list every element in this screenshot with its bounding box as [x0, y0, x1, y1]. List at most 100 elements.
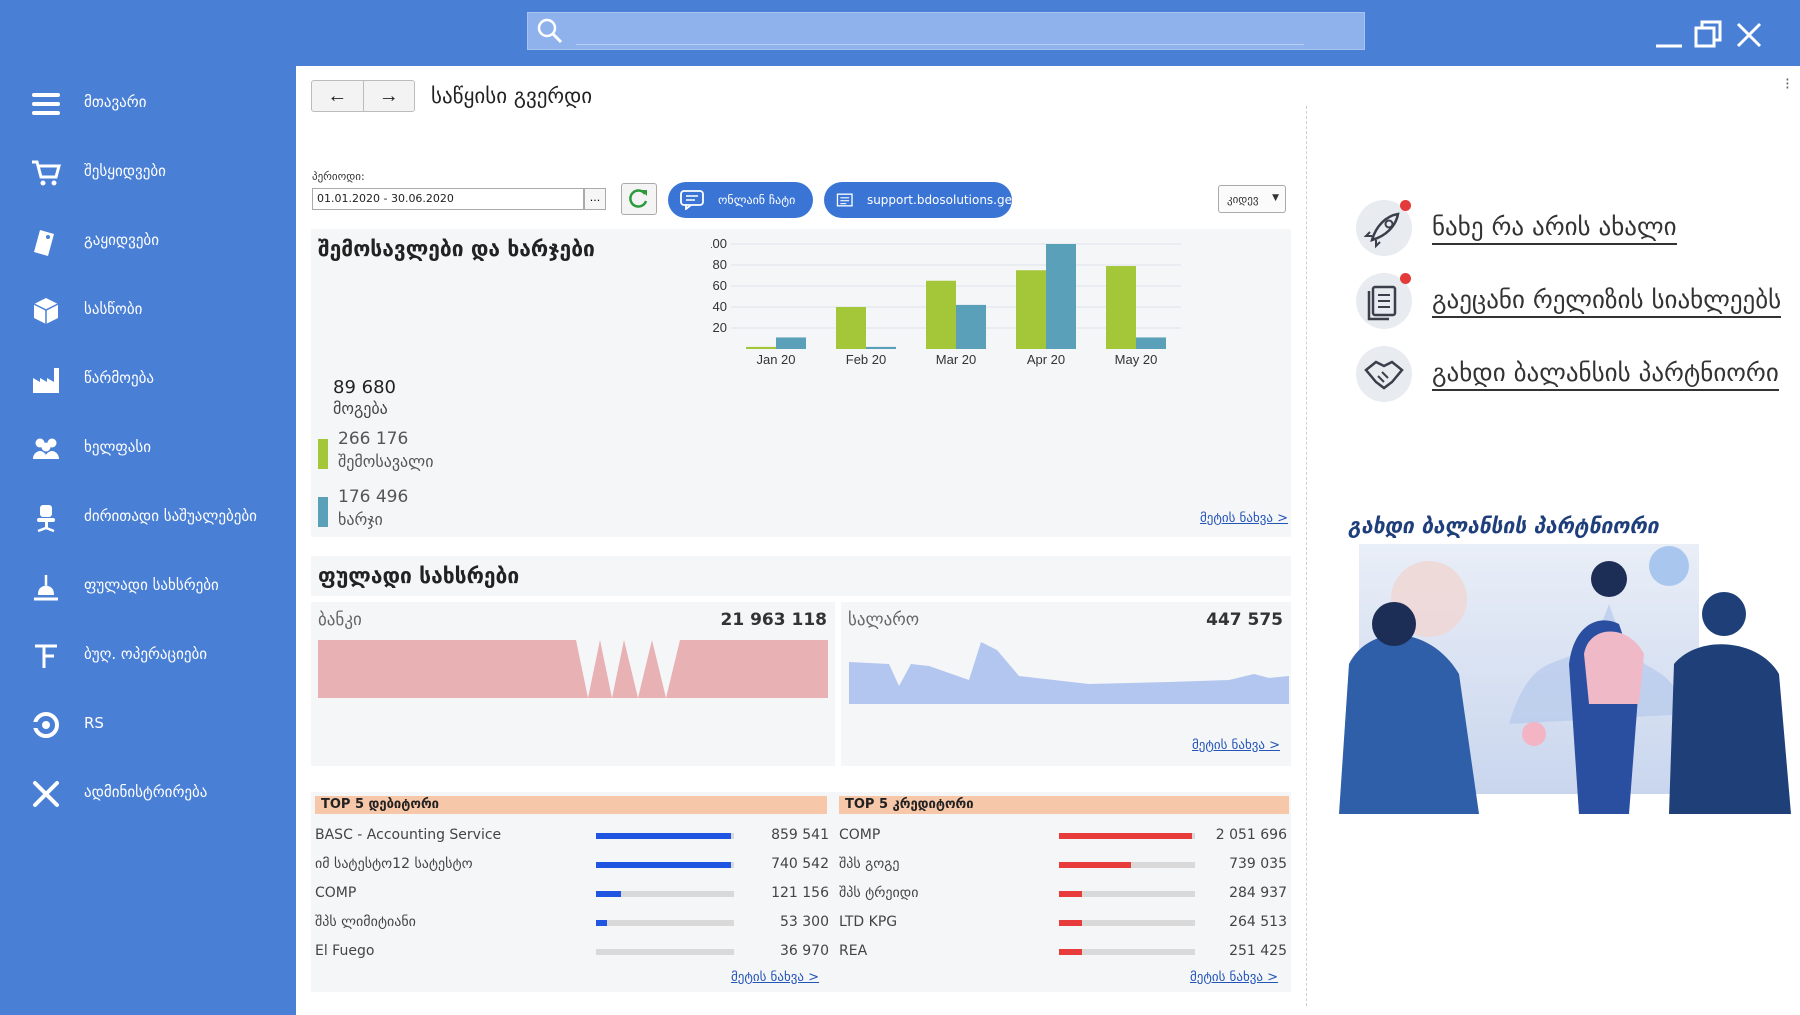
top-debtors-title: TOP 5 დებიტორი — [315, 796, 827, 814]
debtor-row[interactable]: იმ სატესტო12 სატესტო 740 542 — [315, 851, 829, 880]
chat-icon — [680, 190, 704, 210]
creditor-row[interactable]: შპს ტრეიდი 284 937 — [839, 880, 1287, 909]
creditor-row[interactable]: COMP 2 051 696 — [839, 822, 1287, 851]
cart-icon — [32, 160, 61, 186]
debtor-value: 36 970 — [780, 943, 829, 959]
support-link-button[interactable]: support.bdosolutions.ge — [824, 182, 1012, 218]
debtor-row[interactable]: El Fuego 36 970 — [315, 938, 829, 967]
money-icon — [34, 575, 58, 601]
history-nav: ← → — [311, 80, 415, 112]
chart-y-tick-label: 60 — [713, 278, 727, 293]
chart-bar-income — [746, 346, 776, 349]
menu-icon — [32, 93, 60, 115]
creditor-name: შპს გოგე — [839, 856, 900, 872]
cashbox-sparkline — [849, 642, 1289, 704]
debtor-row[interactable]: შპს ლიმიტიანი 53 300 — [315, 909, 829, 938]
creditor-row[interactable]: LTD KPG 264 513 — [839, 909, 1287, 938]
creditor-value: 2 051 696 — [1215, 827, 1287, 843]
sidebar-item-cash[interactable]: ფულადი სახსრები — [0, 559, 296, 615]
creditor-name: COMP — [839, 827, 881, 843]
debtor-value: 740 542 — [771, 856, 829, 872]
creditor-value: 284 937 — [1229, 885, 1287, 901]
chart-bar-income — [1106, 266, 1136, 349]
forward-button[interactable]: → — [364, 81, 415, 111]
more-dropdown[interactable]: კიდევ ▼ — [1218, 185, 1286, 213]
maximize-icon[interactable] — [1692, 18, 1726, 52]
cashbox-value: 447 575 — [1206, 610, 1283, 630]
page-title: საწყისი გვერდი — [431, 84, 593, 108]
debtor-row[interactable]: COMP 121 156 — [315, 880, 829, 909]
chart-y-tick-label: 100 — [711, 239, 727, 251]
support-document-icon — [836, 193, 853, 207]
chart-x-tick-label: May 20 — [1115, 352, 1158, 367]
creditor-bar-fill — [1059, 833, 1192, 839]
income-legend-swatch — [318, 439, 328, 469]
chart-bar-expense — [866, 346, 896, 349]
more-options-icon[interactable]: · · · — [1785, 72, 1790, 96]
close-icon[interactable] — [1732, 18, 1766, 52]
tag-icon — [34, 230, 54, 256]
creditor-row[interactable]: შპს გოგე 739 035 — [839, 851, 1287, 880]
chart-x-tick-label: Apr 20 — [1027, 352, 1065, 367]
cashbox-panel: სალარო 447 575 მეტის ნახვა > — [841, 602, 1291, 766]
period-field[interactable]: 01.01.2020 - 30.06.2020 — [312, 188, 584, 210]
chart-y-tick-label: 20 — [713, 320, 727, 335]
income-more-link[interactable]: მეტის ნახვა > — [1200, 511, 1288, 526]
expense-label: ხარჯი — [338, 510, 383, 529]
expense-value: 176 496 — [338, 487, 409, 507]
promo-illustration[interactable] — [1339, 544, 1791, 814]
debtor-value: 121 156 — [771, 885, 829, 901]
debtor-name: BASC - Accounting Service — [315, 827, 502, 843]
search-input[interactable] — [527, 12, 1365, 50]
chart-bar-expense — [956, 304, 986, 349]
sidebar-item-admin[interactable]: ადმინისტრირება — [0, 766, 296, 822]
online-chat-button[interactable]: ონლაინ ჩატი — [668, 182, 813, 218]
creditor-name: LTD KPG — [839, 914, 898, 930]
creditors-more-link[interactable]: მეტის ნახვა > — [1190, 970, 1278, 985]
period-label: პერიოდი: — [312, 170, 365, 183]
sidebar-item-sales[interactable]: გაყიდვები — [0, 214, 296, 270]
creditor-value: 264 513 — [1229, 914, 1287, 930]
creditor-value: 739 035 — [1229, 856, 1287, 872]
sidebar-item-salary[interactable]: ხელფასი — [0, 421, 296, 477]
sidebar: მთავარი შესყიდვები გაყიდვები სასწობი წარ… — [0, 66, 296, 1015]
sidebar-item-label: წარმოება — [84, 369, 154, 387]
debtors-more-link[interactable]: მეტის ნახვა > — [731, 970, 819, 985]
sidebar-item-purchases[interactable]: შესყიდვები — [0, 145, 296, 201]
period-picker-button[interactable]: ... — [584, 188, 606, 210]
chart-y-tick-label: 40 — [713, 299, 727, 314]
income-label: შემოსავალი — [338, 452, 434, 471]
release-notes-label: გაეცანი რელიზის სიახლეებს — [1432, 285, 1782, 318]
creditor-bar-fill — [1059, 891, 1082, 897]
minimize-icon[interactable] — [1652, 18, 1686, 52]
sidebar-item-label: მთავარი — [84, 93, 147, 111]
sidebar-item-label: ფულადი სახსრები — [84, 576, 219, 594]
sidebar-item-fixed-assets[interactable]: ძირითადი საშუალებები — [0, 490, 296, 546]
creditor-row[interactable]: REA 251 425 — [839, 938, 1287, 967]
income-expense-card: შემოსავლები და ხარჯები 89 680 მოგება 266… — [311, 229, 1291, 537]
sidebar-item-label: სასწობი — [84, 300, 143, 318]
debtor-value: 859 541 — [771, 827, 829, 843]
cash-more-link[interactable]: მეტის ნახვა > — [1192, 738, 1280, 753]
chart-x-tick-label: Mar 20 — [936, 352, 976, 367]
debtor-bar-fill — [596, 891, 621, 897]
sidebar-item-warehouse[interactable]: სასწობი — [0, 283, 296, 339]
sidebar-item-label: ბუღ. ოპერაციები — [84, 645, 207, 663]
chart-bar-expense — [776, 337, 806, 349]
back-button[interactable]: ← — [312, 81, 364, 111]
box-icon — [33, 298, 59, 324]
search-icon[interactable] — [536, 17, 564, 45]
debtor-row[interactable]: BASC - Accounting Service 859 541 — [315, 822, 829, 851]
creditor-bar-fill — [1059, 949, 1082, 955]
sidebar-item-rs[interactable]: RS — [0, 697, 296, 753]
sidebar-item-home[interactable]: მთავარი — [0, 76, 296, 132]
panel-divider — [1306, 106, 1307, 1006]
chevron-down-icon: ▼ — [1272, 193, 1279, 203]
profit-value: 89 680 — [333, 377, 396, 398]
sidebar-item-production[interactable]: წარმოება — [0, 352, 296, 408]
refresh-button[interactable] — [621, 183, 657, 215]
sidebar-item-accounting[interactable]: ბუღ. ოპერაციები — [0, 628, 296, 684]
debtor-bar-fill — [596, 862, 731, 868]
debtor-name: El Fuego — [315, 943, 375, 959]
chart-bar-income — [836, 307, 866, 349]
